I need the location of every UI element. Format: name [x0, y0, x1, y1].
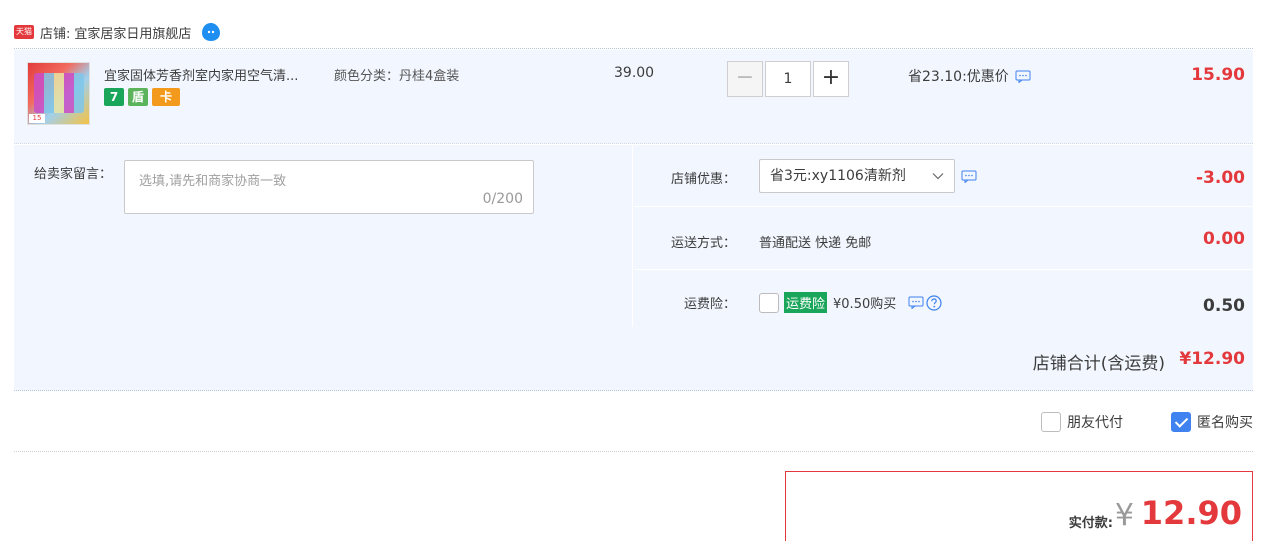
unit-price: 39.00 [614, 65, 655, 81]
quantity-stepper: − 1 + [727, 61, 849, 97]
shop-total-amount: ¥12.90 [1179, 349, 1245, 369]
order-item-row: 15 宜家固体芳香剂室内家用空气清... 颜色分类：丹桂4盒装 7 盾 卡 39… [14, 50, 1253, 144]
product-sku: 颜色分类：丹桂4盒装 [334, 69, 460, 84]
insurance-label: 运费险： [683, 297, 736, 312]
shipping-row: 运送方式： 普通配送 快递 免邮 0.00 [634, 208, 1253, 270]
shop-total-label: 店铺合计(含运费) [1032, 354, 1165, 374]
insurance-checkbox[interactable] [759, 292, 779, 313]
shipping-label: 运送方式： [670, 236, 736, 251]
insurance-amount: 0.50 [1203, 296, 1245, 316]
divider [14, 48, 1253, 49]
memo-placeholder: 选填,请先和商家协商一致 [139, 174, 287, 189]
memo-label: 给卖家留言： [34, 167, 113, 182]
order-detail-panel: 给卖家留言： 选填,请先和商家协商一致 0/200 店铺优惠： 省3元:xy11… [14, 145, 1253, 327]
coupon-select[interactable]: 省3元:xy1106清新剂 [759, 159, 955, 193]
coupon-label: 店铺优惠： [670, 172, 736, 187]
help-icon[interactable] [926, 294, 942, 311]
quantity-input[interactable]: 1 [765, 61, 811, 97]
insurance-row: 运费险： 运费险 ¥0.50购买 0.50 [634, 269, 1253, 331]
credit-card-icon[interactable]: 卡 [152, 88, 180, 106]
discount-text: 省23.10:优惠价 [908, 69, 1009, 85]
anonymous-checkbox[interactable] [1171, 412, 1191, 432]
chevron-down-icon [932, 173, 944, 180]
discount-info: 省23.10:优惠价 [908, 66, 1031, 86]
wangwang-chat-icon[interactable] [201, 22, 221, 42]
payment-label: 实付款: [1068, 516, 1113, 531]
quantity-decrease-button[interactable]: − [727, 61, 763, 97]
product-thumbnail[interactable]: 15 [27, 62, 90, 125]
divider [14, 451, 1253, 452]
insurance-value: 运费险 ¥0.50购买 [759, 292, 942, 313]
item-subtotal: 15.90 [1191, 65, 1245, 85]
tmall-icon: 天猫 [14, 25, 34, 39]
coupon-amount: -3.00 [1196, 168, 1245, 188]
quantity-increase-button[interactable]: + [813, 61, 849, 97]
shop-header: 天猫 店铺: 宜家居家日用旗舰店 [14, 18, 221, 46]
payment-amount: 12.90 [1140, 494, 1242, 532]
product-title-link[interactable]: 宜家固体芳香剂室内家用空气清... [104, 65, 298, 84]
friend-pay-checkbox[interactable] [1041, 412, 1061, 432]
shop-name-link[interactable]: 宜家居家日用旗舰店 [74, 23, 191, 42]
comment-icon[interactable] [908, 296, 924, 309]
payment-currency: ¥ [1114, 498, 1134, 533]
seven-day-return-icon[interactable]: 7 [104, 88, 124, 106]
thumbnail-price-tag: 15 [29, 114, 45, 123]
insurance-price: ¥0.50购买 [833, 297, 897, 312]
anonymous-label: 匿名购买 [1197, 415, 1253, 431]
shop-prefix: 店铺: [40, 26, 71, 42]
divider [632, 145, 633, 327]
friend-pay-label: 朋友代付 [1067, 415, 1123, 431]
insurance-tag: 运费险 [784, 292, 828, 313]
coupon-value: 省3元:xy1106清新剂 [759, 159, 977, 193]
memo-char-count: 0/200 [482, 191, 523, 207]
product-image [34, 73, 84, 113]
guarantee-icon[interactable]: 盾 [128, 88, 148, 106]
memo-textarea[interactable]: 选填,请先和商家协商一致 0/200 [124, 160, 534, 214]
comment-icon[interactable] [961, 170, 977, 183]
shipping-value: 普通配送 快递 免邮 [759, 236, 872, 251]
shop-total-row: 店铺合计(含运费) ¥12.90 [14, 327, 1253, 391]
coupon-row: 店铺优惠： 省3元:xy1106清新剂 -3.00 [634, 145, 1253, 207]
shipping-amount: 0.00 [1203, 229, 1245, 249]
anonymous-option[interactable]: 匿名购买 [1171, 412, 1253, 432]
payment-summary-box: 实付款: ¥ 12.90 [785, 471, 1253, 541]
friend-pay-option[interactable]: 朋友代付 [1041, 412, 1123, 432]
service-badges: 7 盾 卡 [104, 88, 180, 106]
comment-icon[interactable] [1015, 70, 1031, 83]
extra-options: 朋友代付 匿名购买 [1041, 412, 1253, 432]
coupon-selected: 省3元:xy1106清新剂 [770, 168, 906, 184]
